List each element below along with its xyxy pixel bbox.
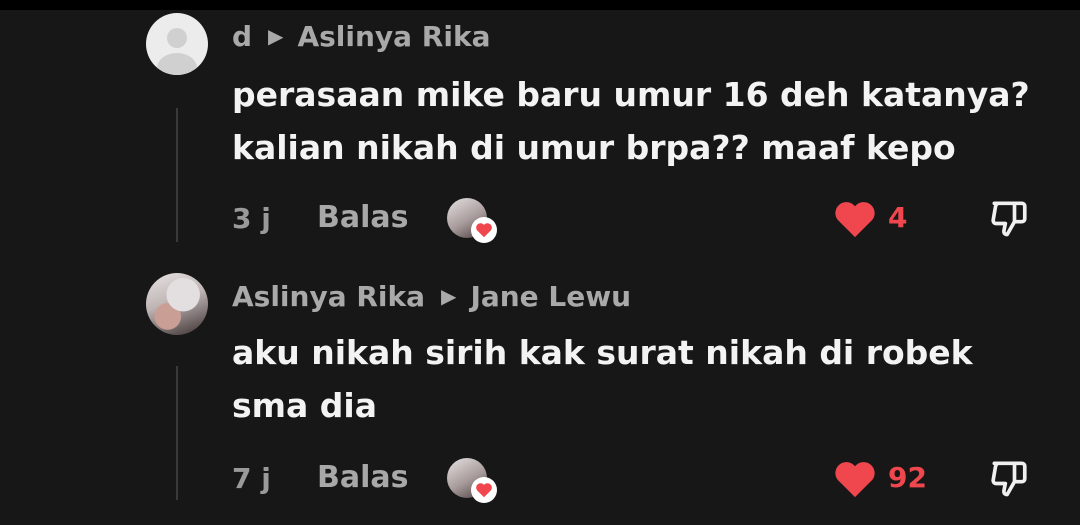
timestamp: 7 j [232,458,271,498]
reply-arrow-icon: ▶ [441,284,457,308]
heart-icon[interactable] [833,199,877,239]
avatar[interactable] [146,13,208,75]
creator-heart-icon [471,477,497,503]
like-count: 92 [888,461,927,494]
reply-to-name[interactable]: Jane Lewu [470,280,631,313]
thumbs-down-icon[interactable] [987,196,1031,240]
reply-button[interactable]: Balas [317,458,409,498]
reply-to-name[interactable]: Aslinya Rika [297,20,490,53]
comment-line: sma dia [232,386,377,425]
thumbs-down-icon[interactable] [987,456,1031,500]
time-label: 3 j [232,201,271,235]
comment-header: Aslinya Rika ▶ Jane Lewu [232,278,631,314]
comment-text: aku nikah sirih kak surat nikah di robek… [232,326,1052,432]
comment-line: perasaan mike baru umur 16 deh katanya? [232,75,1030,114]
time-label: 7 j [232,461,271,495]
comment-header: d ▶ Aslinya Rika [232,18,490,54]
creator-heart-icon [471,217,497,243]
reply-button[interactable]: Balas [317,198,409,238]
comment-line: kalian nikah di umur brpa?? maaf kepo [232,128,956,167]
avatar[interactable] [146,273,208,335]
thread-line [176,366,178,500]
like-count: 4 [888,201,908,234]
reply-arrow-icon: ▶ [268,24,284,48]
author-name[interactable]: d [232,20,252,53]
top-bar [0,0,1080,10]
comment-line: aku nikah sirih kak surat nikah di robek [232,333,973,372]
comment-text: perasaan mike baru umur 16 deh katanya? … [232,68,1052,174]
author-name[interactable]: Aslinya Rika [232,280,425,313]
default-avatar-icon [157,28,197,75]
thread-line [176,108,178,242]
timestamp: 3 j [232,198,271,238]
heart-icon[interactable] [833,459,877,499]
